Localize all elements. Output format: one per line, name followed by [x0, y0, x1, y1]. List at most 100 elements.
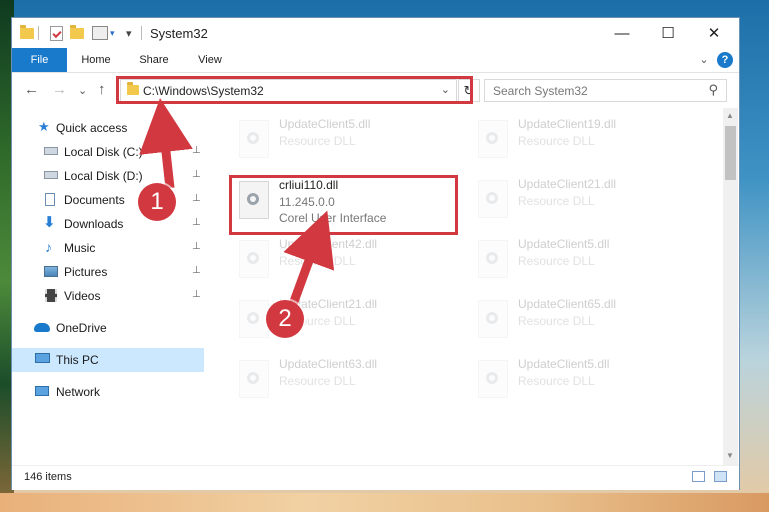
file-item[interactable]: UpdateClient19.dll Resource DLL — [468, 114, 698, 169]
scroll-up-icon[interactable]: ▲ — [726, 111, 734, 120]
file-list: UpdateClient5.dll Resource DLL crliui110… — [209, 108, 721, 465]
expand-ribbon-icon[interactable]: ⌄ — [696, 48, 712, 72]
sidebar-item-downloads[interactable]: ⬇ Downloads ⊥ — [12, 212, 204, 236]
sidebar-item-local-disk-c[interactable]: Local Disk (C:) ⊥ — [12, 140, 204, 164]
file-name: UpdateClient63.dll — [279, 357, 378, 371]
pin-icon[interactable]: ⊥ — [192, 241, 201, 252]
large-icons-view-icon[interactable] — [714, 471, 727, 482]
sidebar-item-local-disk-d[interactable]: Local Disk (D:) ⊥ — [12, 164, 204, 188]
tab-home[interactable]: Home — [74, 48, 118, 72]
separator — [38, 26, 39, 40]
window-title: System32 — [150, 26, 208, 41]
new-folder-icon[interactable] — [70, 24, 84, 42]
download-icon: ⬇ — [43, 214, 56, 231]
minimize-button[interactable]: — — [599, 18, 645, 48]
scroll-down-icon[interactable]: ▼ — [726, 451, 734, 460]
pin-icon[interactable]: ⊥ — [192, 193, 201, 204]
dll-file-icon — [239, 120, 269, 158]
file-description: Resource DLL — [518, 134, 595, 148]
callout-badge-1: 1 — [138, 183, 176, 221]
dll-file-icon — [478, 240, 508, 278]
file-item[interactable]: UpdateClient5.dll Resource DLL — [468, 354, 698, 409]
dll-file-icon — [239, 240, 269, 278]
file-item[interactable]: UpdateClient21.dll Resource DLL — [468, 174, 698, 229]
sidebar-item-label: Network — [56, 385, 101, 399]
file-description: Resource DLL — [279, 374, 356, 388]
callout-badge-2: 2 — [266, 300, 304, 338]
maximize-button[interactable]: ☐ — [645, 18, 691, 48]
tab-file[interactable]: File — [12, 48, 67, 72]
disk-icon — [44, 147, 58, 155]
file-description: Resource DLL — [518, 314, 595, 328]
forward-button[interactable]: → — [52, 81, 67, 98]
sidebar-item-label: Quick access — [56, 121, 128, 135]
dropdown-arrow-icon[interactable]: ▾ — [126, 24, 132, 42]
sidebar-item-onedrive[interactable]: OneDrive — [12, 316, 204, 340]
tab-view[interactable]: View — [188, 48, 232, 72]
title-bar: ▾ ▾ System32 — ☐ ✕ — [12, 18, 739, 48]
sidebar-item-label: Local Disk (C:) — [64, 145, 143, 159]
pin-icon[interactable]: ⊥ — [192, 217, 201, 228]
star-icon: ★ — [38, 119, 50, 134]
vertical-scrollbar[interactable]: ▲ ▼ — [723, 108, 738, 465]
dll-file-icon — [478, 120, 508, 158]
pin-icon[interactable]: ⊥ — [192, 145, 201, 156]
sidebar-item-quick-access[interactable]: ★ Quick access — [12, 116, 204, 140]
pin-icon[interactable]: ⊥ — [192, 169, 201, 180]
dll-file-icon — [478, 300, 508, 338]
file-item[interactable]: UpdateClient5.dll Resource DLL — [229, 114, 459, 169]
back-button[interactable]: ← — [24, 81, 39, 98]
search-input[interactable]: Search System32 — [493, 84, 588, 98]
dll-file-icon — [478, 180, 508, 218]
file-name: UpdateClient5.dll — [518, 237, 610, 251]
scroll-thumb[interactable] — [725, 126, 736, 180]
sidebar-item-network[interactable]: Network — [12, 380, 204, 404]
cloud-icon — [34, 323, 50, 332]
file-item[interactable]: UpdateClient42.dll Resource DLL — [229, 234, 459, 289]
sidebar-item-pictures[interactable]: Pictures ⊥ — [12, 260, 204, 284]
file-description: Resource DLL — [518, 374, 595, 388]
item-count: 146 items — [24, 471, 72, 483]
navigation-pane: ★ Quick access Local Disk (C:) ⊥ Local D… — [12, 108, 204, 465]
details-view-icon[interactable] — [692, 471, 705, 482]
tab-share[interactable]: Share — [132, 48, 176, 72]
file-name: UpdateClient5.dll — [518, 357, 610, 371]
customize-quick-access-icon[interactable]: ▾ — [92, 24, 115, 42]
dll-file-icon — [239, 300, 269, 338]
close-button[interactable]: ✕ — [691, 18, 737, 48]
recent-locations-button[interactable]: ⌄ — [78, 84, 87, 97]
file-item[interactable]: UpdateClient5.dll Resource DLL — [468, 234, 698, 289]
file-description: Resource DLL — [279, 134, 356, 148]
sidebar-item-videos[interactable]: Videos ⊥ — [12, 284, 204, 308]
ribbon-tabs: File Home Share View ⌄ ? — [12, 48, 739, 73]
up-button[interactable]: ↑ — [98, 81, 106, 98]
videos-icon — [45, 289, 57, 302]
sidebar-item-label: Downloads — [64, 217, 124, 231]
pin-icon[interactable]: ⊥ — [192, 289, 201, 300]
file-description: Resource DLL — [279, 254, 356, 268]
sidebar-item-label: This PC — [56, 353, 99, 367]
sidebar-item-label: Documents — [64, 193, 125, 207]
file-name: UpdateClient42.dll — [279, 237, 378, 251]
folder-icon[interactable] — [20, 24, 34, 42]
disk-icon — [44, 171, 58, 179]
search-box[interactable]: Search System32 ⚲ — [484, 79, 727, 102]
network-icon — [35, 386, 49, 396]
help-icon[interactable]: ? — [717, 52, 733, 68]
desktop-wallpaper-bottom — [0, 493, 769, 512]
sidebar-item-label: Local Disk (D:) — [64, 169, 143, 183]
sidebar-item-this-pc[interactable]: This PC — [12, 348, 204, 372]
file-item[interactable]: UpdateClient65.dll Resource DLL — [468, 294, 698, 349]
documents-icon — [45, 193, 55, 206]
search-icon[interactable]: ⚲ — [708, 82, 718, 98]
separator — [141, 26, 142, 40]
properties-icon[interactable] — [50, 24, 63, 42]
sidebar-item-music[interactable]: ♪ Music ⊥ — [12, 236, 204, 260]
pictures-icon — [44, 266, 58, 277]
file-description: Resource DLL — [518, 194, 595, 208]
status-bar: 146 items — [12, 465, 739, 490]
file-highlight — [229, 175, 458, 235]
file-item[interactable]: UpdateClient21.dll Resource DLL — [229, 294, 459, 349]
file-item[interactable]: UpdateClient63.dll Resource DLL — [229, 354, 459, 409]
pin-icon[interactable]: ⊥ — [192, 265, 201, 276]
